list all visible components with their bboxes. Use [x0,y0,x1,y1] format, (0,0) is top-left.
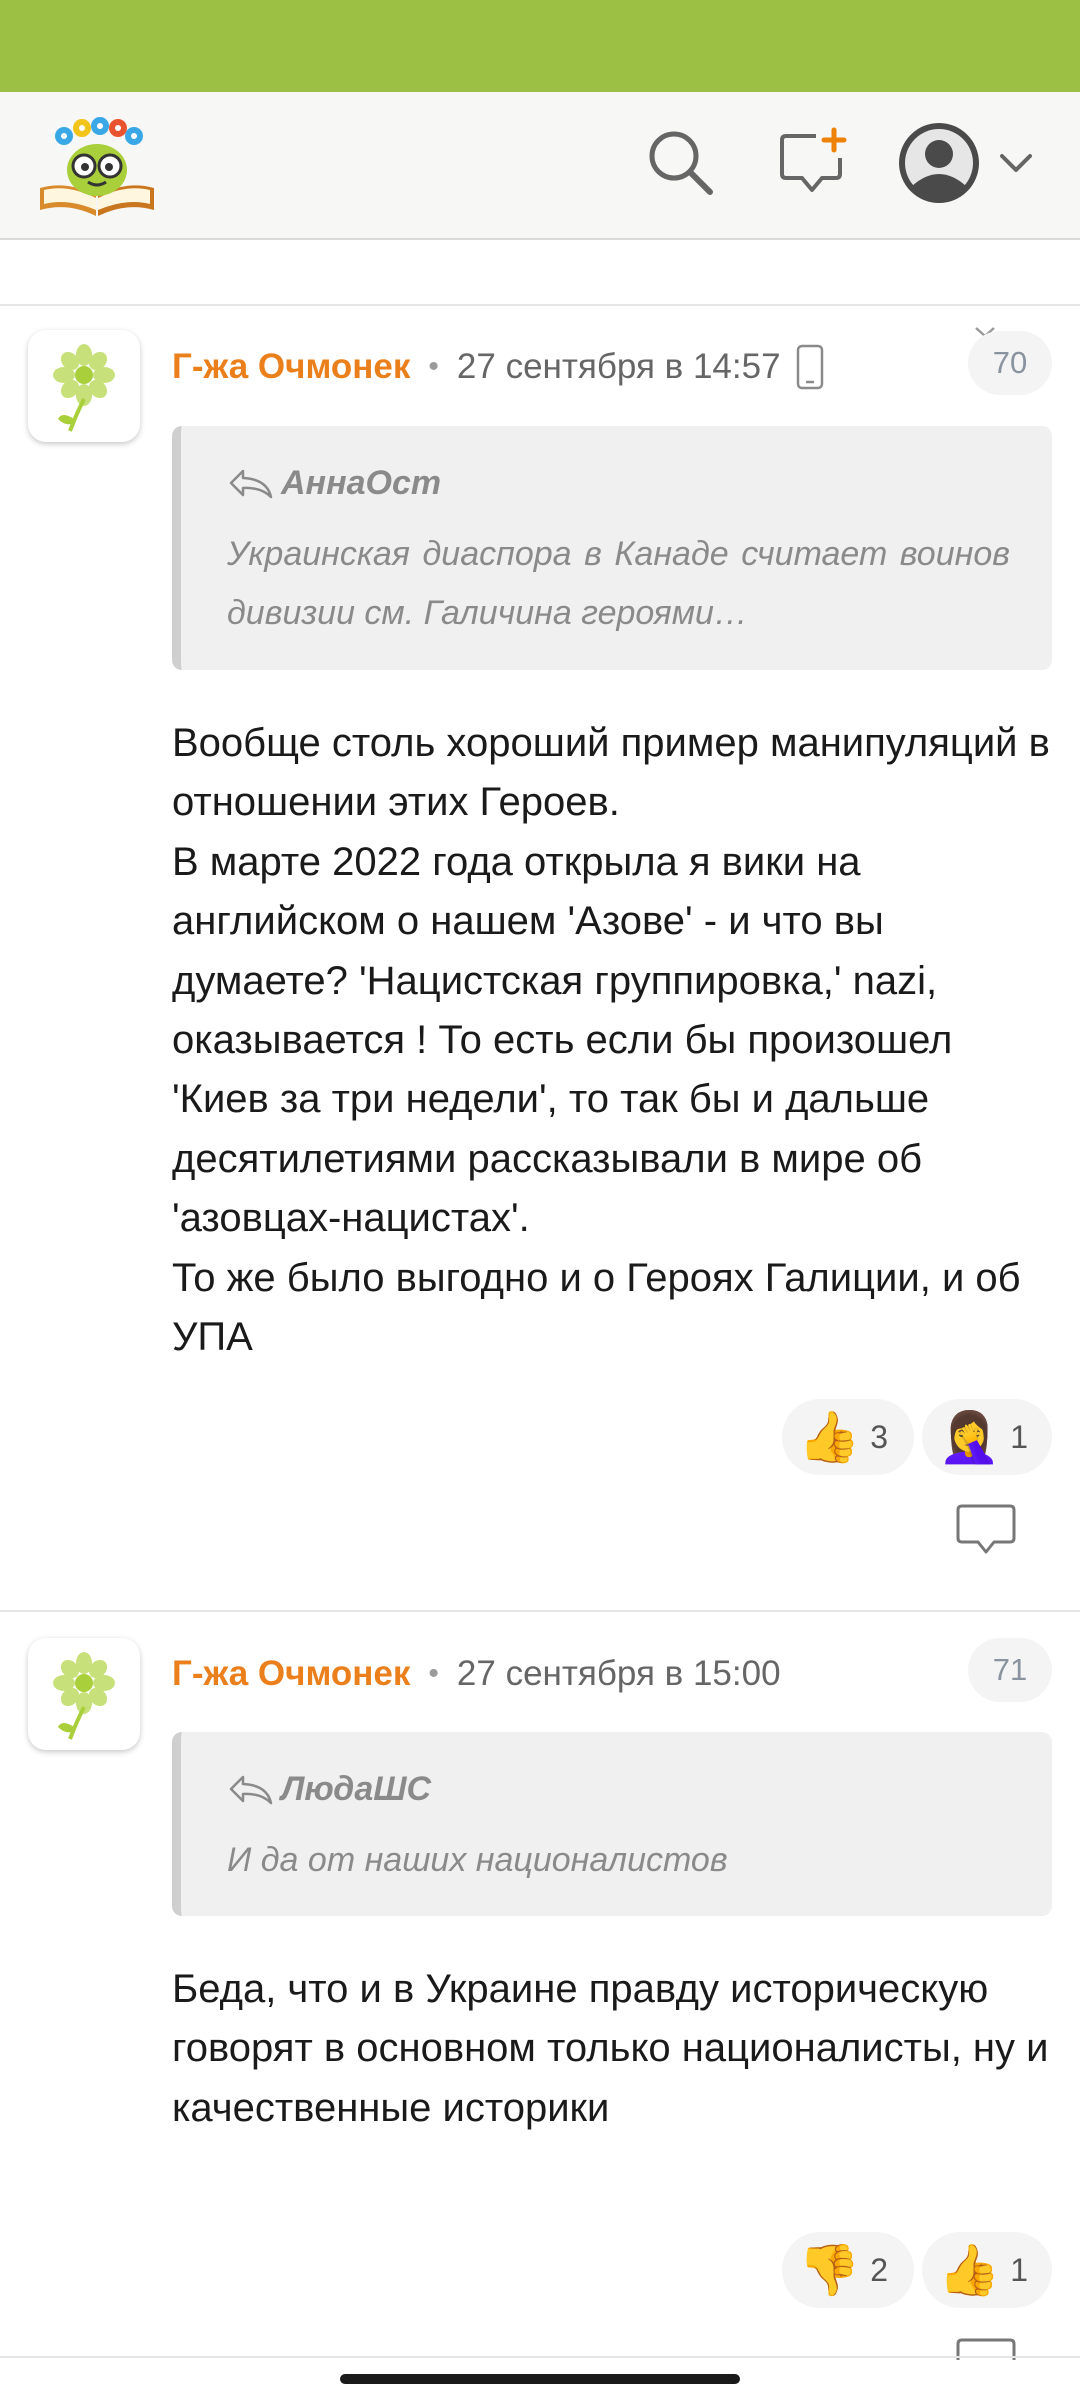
comment-number-badge: 71 [968,1638,1052,1702]
home-indicator[interactable] [340,2374,740,2384]
reaction-count: 1 [1010,2251,1029,2288]
profile-menu-button[interactable] [896,118,1056,208]
reaction-thumbs-up[interactable]: 👍 1 [922,2232,1052,2308]
comment-avatar[interactable] [28,330,140,442]
comment-text: Беда, что и в Украине правду историческу… [172,1967,1049,2130]
search-button[interactable] [640,122,720,202]
reply-arrow-icon [229,1775,273,1804]
comment-number-badge: 70 [968,331,1052,395]
site-logo-icon[interactable] [34,110,160,222]
facepalm-icon: 🤦‍♀️ [938,1408,1001,1466]
comment-date: 27 сентября в 14:57 [456,347,781,386]
quoted-comment[interactable]: АннаОст Украинская диаспора в Канаде счи… [172,426,1052,670]
reaction-thumbs-up[interactable]: 👍 3 [782,1399,914,1475]
mobile-phone-icon [795,344,825,390]
divider [0,2356,1080,2358]
chevron-down-icon [1000,154,1032,172]
reaction-count: 3 [870,1418,889,1455]
reaction-count: 2 [870,2251,889,2288]
divider [0,304,1080,306]
quote-text: И да от наших националистов [227,1841,728,1879]
quote-author-row: ЛюдаШС [227,1770,1010,1809]
comment-author[interactable]: Г-жа Очмонек [172,347,410,387]
comment-meta: Г-жа Очмонек • 27 сентября в 14:57 [172,342,825,392]
comment-text: Вообще столь хороший пример манипуляций … [172,721,1050,1360]
comment-avatar[interactable] [28,1638,140,1750]
separator-dot: • [428,350,439,383]
user-avatar-icon [899,123,979,203]
comment-bubble-icon [956,1504,1016,1554]
status-bar [0,0,1080,92]
flower-avatar-icon [53,344,115,432]
search-icon [649,131,713,195]
thumbs-down-icon: 👎 [798,2241,861,2299]
app-header [0,92,1080,338]
thumbs-up-icon: 👍 [938,2241,1001,2299]
reaction-thumbs-down[interactable]: 👎 2 [782,2232,914,2308]
thumbs-up-icon: 👍 [798,1408,861,1466]
quote-text: Украинская диаспора в Канаде считает вои… [227,535,1010,632]
reply-arrow-icon [229,469,273,498]
new-message-icon [780,127,847,192]
comment-author[interactable]: Г-жа Очмонек [172,1654,410,1694]
quote-author: АннаОст [281,464,442,502]
reply-button[interactable] [954,1500,1018,1560]
separator-dot: • [428,1657,439,1690]
quote-author-row: АннаОст [227,464,1010,503]
divider [0,1610,1080,1612]
comment-meta: Г-жа Очмонек • 27 сентября в 15:00 [172,1649,781,1699]
reaction-facepalm[interactable]: 🤦‍♀️ 1 [922,1399,1052,1475]
quote-author: ЛюдаШС [281,1770,432,1808]
flower-avatar-icon [53,1652,115,1740]
comment-date: 27 сентября в 15:00 [456,1654,781,1693]
new-message-button[interactable] [772,122,852,202]
reaction-count: 1 [1010,1418,1029,1455]
quoted-comment[interactable]: ЛюдаШС И да от наших националистов [172,1732,1052,1916]
